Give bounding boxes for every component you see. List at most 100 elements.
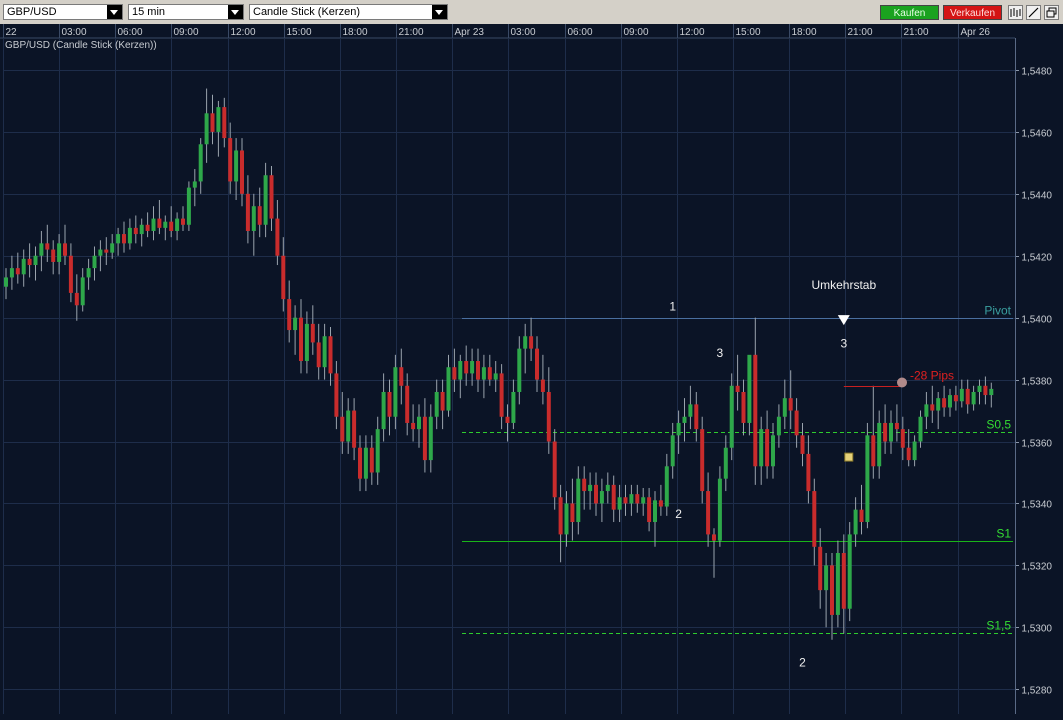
- candle-body: [717, 478, 722, 541]
- candle-body: [186, 187, 191, 225]
- candle-body: [812, 491, 817, 547]
- bars-icon[interactable]: [1008, 5, 1023, 20]
- wave-count-label: 2: [675, 507, 682, 521]
- chart-background: [0, 24, 1063, 720]
- time-tick-label: Apr 26: [961, 27, 991, 38]
- candle: [865, 422, 870, 529]
- candle-body: [287, 299, 292, 331]
- candle-body: [139, 224, 144, 235]
- candle-body: [110, 243, 115, 253]
- symbol-select-value: GBP/USD: [7, 6, 57, 18]
- candle-body: [304, 323, 309, 362]
- candle-body: [263, 175, 268, 225]
- time-tick-label: 12:00: [680, 27, 705, 38]
- time-tick-label: 18:00: [792, 27, 817, 38]
- chart-style-select-value: Candle Stick (Kerzen): [253, 6, 360, 18]
- candle-body: [464, 361, 469, 374]
- time-tick-label: 21:00: [399, 27, 424, 38]
- candle-body: [570, 503, 575, 523]
- candle-body: [4, 277, 8, 287]
- buy-button[interactable]: Kaufen: [880, 5, 939, 20]
- candle-body: [712, 534, 716, 541]
- candle-body: [104, 249, 109, 253]
- candle-body: [440, 391, 445, 411]
- candle-body: [446, 367, 451, 411]
- candle-body: [9, 268, 14, 278]
- candle-body: [340, 416, 345, 442]
- time-tick-label: 06:00: [568, 27, 593, 38]
- chevron-down-icon[interactable]: [432, 5, 447, 19]
- candle-body: [776, 416, 781, 436]
- candle-body: [299, 317, 303, 362]
- candle-body: [251, 206, 256, 231]
- candle-body: [965, 388, 970, 405]
- candle-body: [499, 373, 504, 417]
- candle-body: [163, 221, 168, 228]
- candle-body: [853, 509, 858, 535]
- candle-body: [971, 391, 976, 405]
- wave-count-label: 3: [840, 337, 847, 351]
- candle-body: [977, 385, 982, 392]
- candle-body: [393, 367, 398, 417]
- candle-body: [741, 391, 746, 423]
- candle-body: [458, 361, 463, 380]
- candle-body: [169, 221, 174, 231]
- candle-body: [706, 491, 711, 535]
- symbol-select[interactable]: GBP/USD: [3, 4, 123, 20]
- candle-body: [599, 491, 604, 504]
- candlestick-chart[interactable]: PivotS0,5S1S1,5 12323Umkehrstab-28 Pips …: [0, 24, 1063, 720]
- candle-body: [883, 422, 888, 442]
- pivot-level-label: S1: [996, 527, 1011, 541]
- pivot-level-label: Pivot: [984, 304, 1011, 318]
- candle-body: [68, 255, 73, 293]
- candle-body: [670, 435, 675, 467]
- draw-line-icon[interactable]: [1026, 5, 1041, 20]
- candle-body: [558, 497, 563, 535]
- candle-body: [39, 243, 44, 256]
- candle-body: [346, 410, 351, 442]
- candle-body: [245, 193, 250, 231]
- candle-body: [800, 435, 805, 454]
- candle-body: [86, 268, 91, 278]
- time-tick-label: 22: [6, 27, 18, 38]
- candle-body: [936, 398, 941, 411]
- candle-body: [942, 398, 947, 408]
- candle-body: [588, 484, 593, 492]
- candle-body: [682, 416, 687, 423]
- interval-select[interactable]: 15 min: [128, 4, 244, 20]
- candle-body: [157, 218, 162, 228]
- pivot-level-label: S1,5: [986, 619, 1011, 633]
- candle-body: [564, 503, 569, 535]
- candle-body: [865, 435, 870, 523]
- candle-body: [476, 361, 480, 380]
- candle-body: [782, 398, 787, 417]
- time-tick-label: 15:00: [287, 27, 312, 38]
- chart-title: GBP/USD (Candle Stick (Kerzen)): [5, 40, 157, 51]
- candle-body: [989, 388, 994, 396]
- candle-body: [700, 429, 705, 492]
- chevron-down-icon[interactable]: [107, 5, 122, 19]
- interval-select-value: 15 min: [132, 6, 166, 18]
- candle-body: [98, 249, 103, 256]
- candle-body: [399, 367, 404, 386]
- entry-marker-icon: [844, 452, 854, 462]
- candle-body: [641, 497, 646, 504]
- wave-count-label: 1: [669, 300, 676, 314]
- chevron-down-icon[interactable]: [228, 5, 243, 19]
- window-restore-icon[interactable]: [1044, 5, 1059, 20]
- price-tick-label: 1,5280: [1021, 686, 1052, 697]
- candle-body: [841, 552, 846, 609]
- candle-body: [552, 441, 557, 498]
- candle-body: [753, 354, 758, 467]
- time-tick-label: 09:00: [174, 27, 199, 38]
- candle-body: [240, 150, 244, 194]
- candle-body: [906, 447, 911, 461]
- price-tick-label: 1,5340: [1021, 500, 1052, 511]
- candle-body: [629, 494, 634, 504]
- candle-body: [818, 546, 823, 591]
- candle-body: [181, 218, 185, 225]
- chart-style-select[interactable]: Candle Stick (Kerzen): [249, 4, 448, 20]
- time-tick-label: 21:00: [904, 27, 929, 38]
- price-tick-label: 1,5440: [1021, 191, 1052, 202]
- sell-button[interactable]: Verkaufen: [943, 5, 1002, 20]
